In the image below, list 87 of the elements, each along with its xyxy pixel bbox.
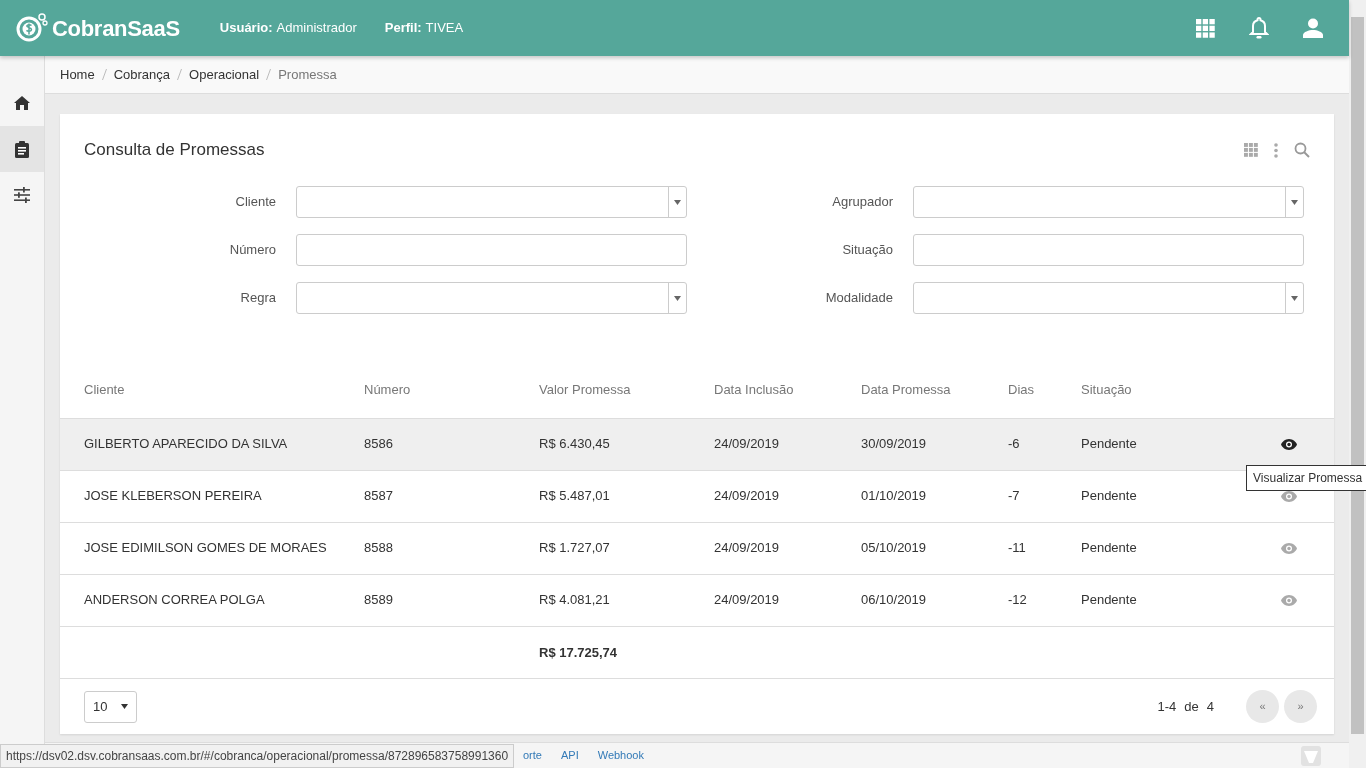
page-range: 1-4 [1157, 697, 1177, 716]
search-icon[interactable] [1294, 142, 1310, 158]
table-cell: 24/09/2019 [714, 540, 780, 556]
table-cell: -11 [1008, 540, 1026, 556]
caret-icon [121, 704, 128, 709]
home-icon [14, 96, 30, 110]
profile-label: Perfil: [383, 19, 422, 38]
table-cell: 24/09/2019 [714, 436, 780, 452]
table-cell: 30/09/2019 [861, 436, 927, 452]
table-cell: R$ 1.727,07 [539, 540, 610, 556]
brand-name: CobranSaaS [52, 14, 180, 43]
caret-icon [674, 199, 681, 205]
field-label: Regra [239, 289, 276, 308]
footer-link[interactable]: Webhook [597, 747, 644, 764]
column-header[interactable]: Número [364, 382, 411, 397]
caret-icon [1291, 199, 1298, 205]
page-total: 4 [1206, 697, 1214, 716]
select-field[interactable] [913, 186, 1304, 218]
footer-link[interactable]: API [560, 747, 579, 764]
breadcrumb-item[interactable]: Operacional [189, 64, 260, 85]
breadcrumb-item[interactable]: Cobrança [113, 64, 171, 85]
logo-icon [16, 13, 48, 43]
table-cell: 8586 [364, 436, 393, 452]
status-url: https://dsv02.dsv.cobransaas.com.br/#/cobranca/operacional/promessa/872896583758991360 [0, 744, 515, 768]
apps-icon[interactable] [1196, 18, 1215, 38]
card-title: Consulta de Promessas [84, 139, 265, 162]
table-cell: 24/09/2019 [714, 592, 780, 608]
eye-icon[interactable] [1281, 439, 1297, 451]
sliders-icon [14, 187, 30, 203]
table-cell: JOSE EDIMILSON GOMES DE MORAES [84, 540, 327, 556]
profile-name: TIVEA [425, 19, 464, 38]
table-cell: Pendente [1081, 436, 1137, 452]
table-cell: Pendente [1081, 592, 1137, 608]
page-size-select[interactable]: 10 [84, 690, 137, 723]
table-cell: 01/10/2019 [861, 488, 927, 504]
input-field[interactable] [913, 234, 1304, 266]
column-header[interactable]: Cliente [84, 382, 125, 397]
input-field[interactable] [296, 234, 687, 266]
column-header[interactable]: Data Inclusão [714, 382, 794, 397]
select-field[interactable] [913, 282, 1304, 314]
table-cell: R$ 5.487,01 [539, 488, 610, 504]
caret-icon [1291, 295, 1298, 301]
table-cell: -6 [1008, 436, 1020, 452]
table-cell: 8587 [364, 488, 393, 504]
table-cell: 8589 [364, 592, 393, 608]
tooltip: Visualizar Promessa [1246, 465, 1366, 491]
breadcrumb-item[interactable]: Home [60, 64, 95, 85]
footer-link[interactable]: orte [523, 747, 542, 764]
grid-icon[interactable] [1244, 143, 1258, 157]
table-cell: GILBERTO APARECIDO DA SILVA [84, 436, 288, 452]
table-cell: 06/10/2019 [861, 592, 927, 608]
table-cell: Pendente [1081, 540, 1137, 556]
breadcrumb-item: Promessa [278, 65, 337, 84]
separator-icon [177, 69, 183, 80]
column-header[interactable]: Data Promessa [861, 382, 951, 397]
table-cell: -12 [1008, 592, 1027, 608]
caret-icon [674, 295, 681, 301]
separator-icon [266, 69, 272, 80]
table-cell: 05/10/2019 [861, 540, 927, 556]
table-cell: JOSE KLEBERSON PEREIRA [84, 488, 262, 504]
separator-icon [101, 69, 107, 80]
user-label: Usuário: [218, 19, 273, 38]
field-label: Cliente [234, 193, 276, 212]
column-header[interactable]: Dias [1008, 382, 1034, 397]
field-label: Número [228, 241, 276, 260]
total-value: R$ 17.725,74 [539, 644, 618, 660]
user-name: Administrador [276, 19, 357, 38]
table-cell: 8588 [364, 540, 393, 556]
table-cell: R$ 4.081,21 [539, 592, 610, 608]
table-cell: ANDERSON CORREA POLGA [84, 592, 265, 608]
sidebar-item[interactable] [0, 126, 44, 172]
field-label: Situação [841, 241, 893, 260]
column-header[interactable]: Valor Promessa [539, 382, 631, 397]
more-icon[interactable] [1274, 142, 1278, 158]
table-cell: 24/09/2019 [714, 488, 780, 504]
user-icon[interactable] [1303, 18, 1323, 38]
table-cell: -7 [1008, 488, 1020, 504]
select-field[interactable] [296, 282, 687, 314]
bell-icon[interactable] [1249, 17, 1269, 39]
select-field[interactable] [296, 186, 687, 218]
page-of: de [1184, 697, 1199, 716]
table-cell: Pendente [1081, 488, 1137, 504]
column-header[interactable]: Situação [1081, 382, 1132, 397]
field-label: Modalidade [824, 289, 893, 308]
table-cell: R$ 6.430,45 [539, 436, 610, 452]
clipboard-icon [15, 140, 29, 158]
field-label: Agrupador [831, 193, 893, 212]
